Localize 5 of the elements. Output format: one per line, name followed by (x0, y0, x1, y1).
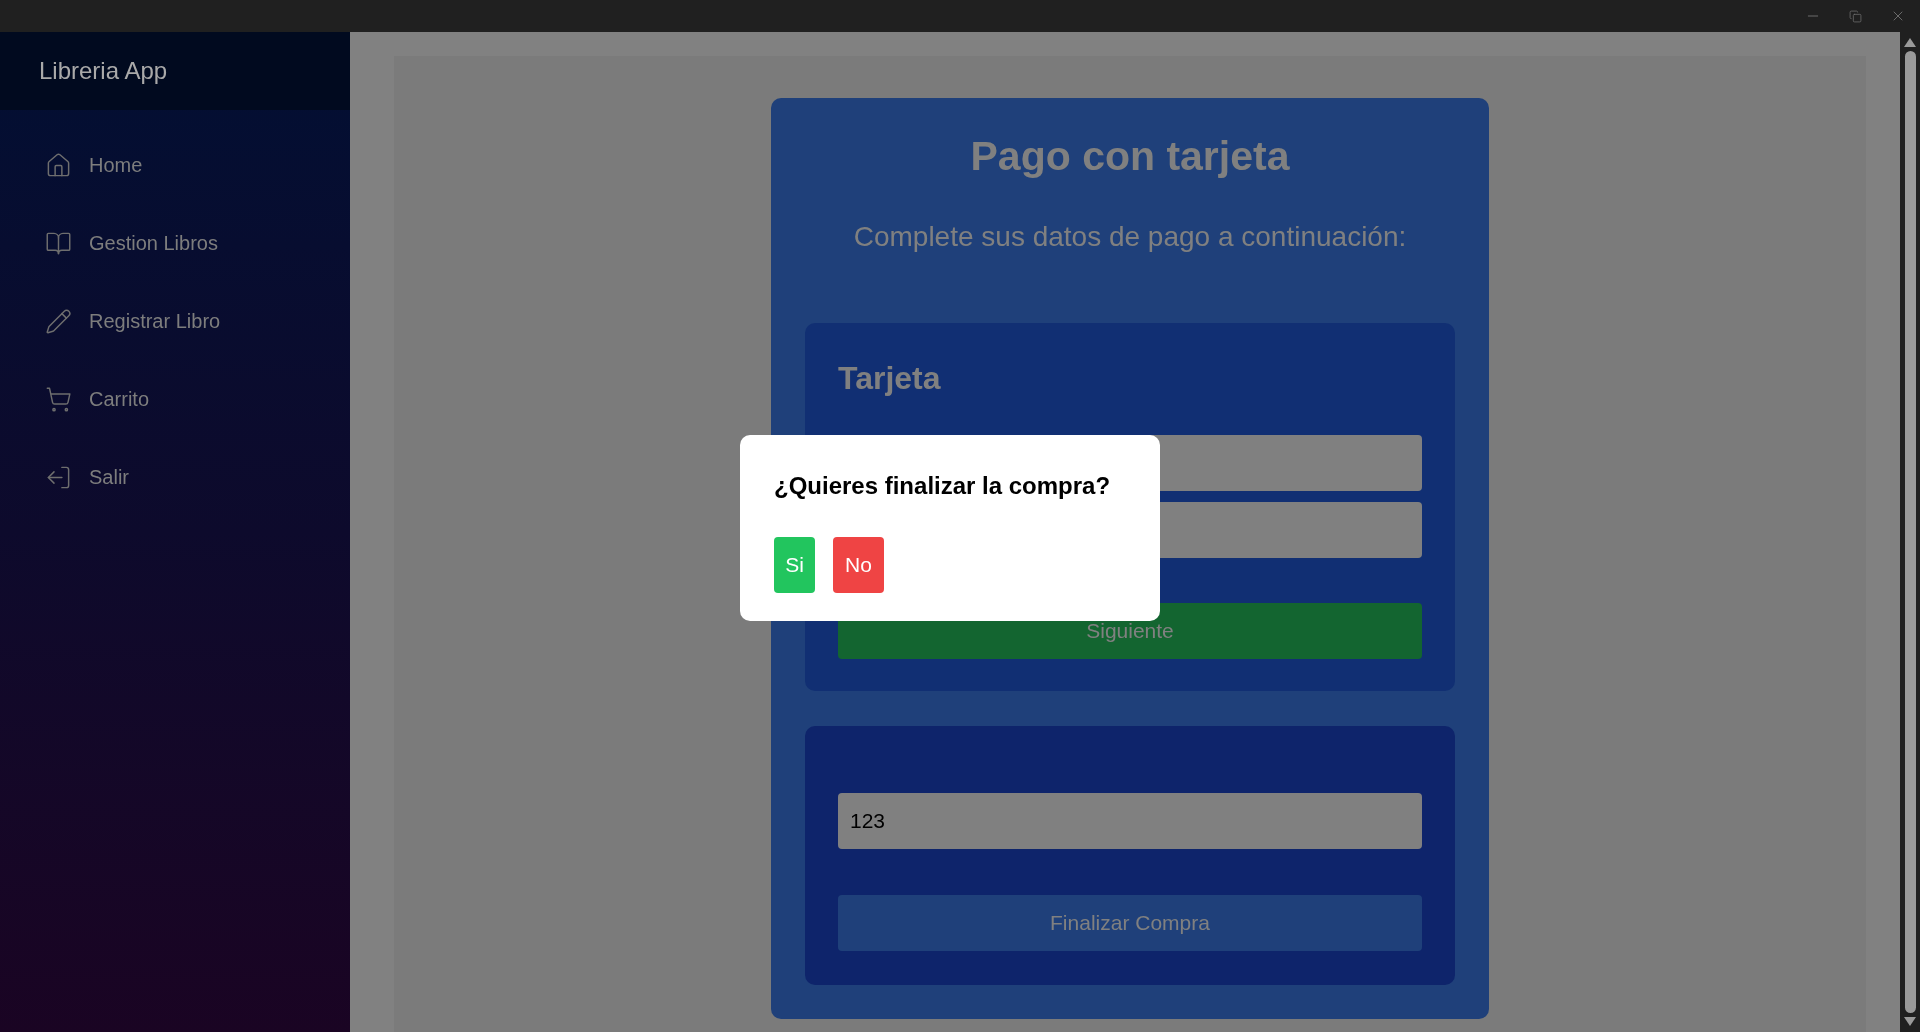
page-title: Pago con tarjeta (969, 132, 1291, 180)
section-heading: Tarjeta (838, 359, 942, 398)
app-title: Libreria App (39, 56, 168, 86)
dialog-question: ¿Quieres finalizar la compra? (774, 471, 1112, 501)
page-subtitle: Complete sus datos de pago a continuación: (852, 220, 1408, 254)
